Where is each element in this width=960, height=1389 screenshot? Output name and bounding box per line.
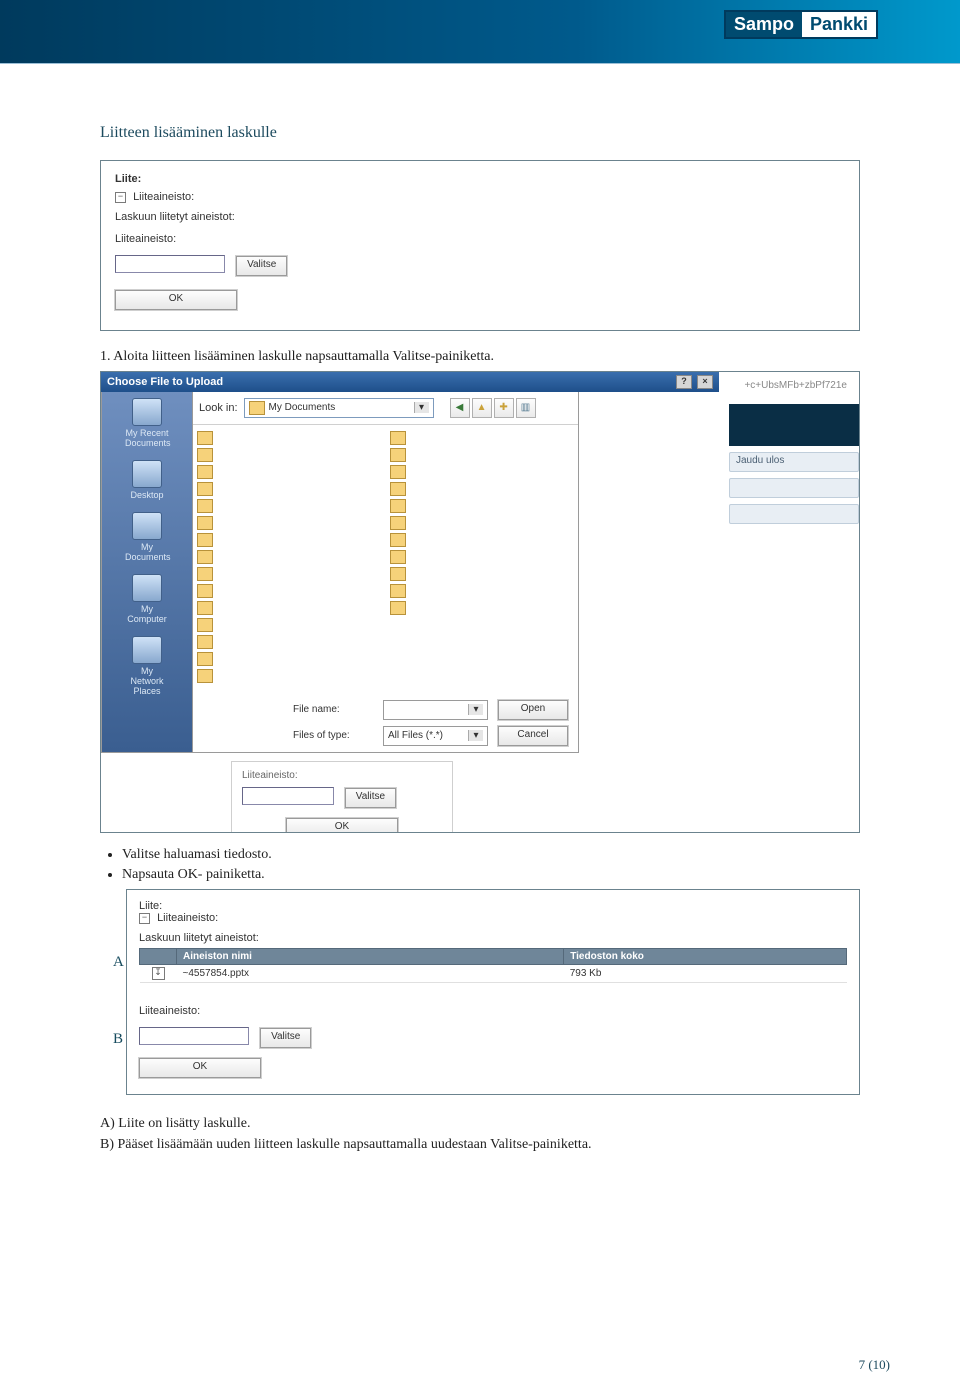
file-type-label: Files of type: — [293, 730, 373, 741]
inner-input[interactable] — [242, 787, 334, 805]
logo-left: Sampo — [726, 12, 802, 37]
open-button[interactable]: Open — [498, 700, 568, 720]
inner-label: Liiteaineisto: — [242, 770, 442, 781]
panel2-valitse-button[interactable]: Valitse — [260, 1028, 311, 1048]
file-name-field[interactable]: ▾ — [383, 700, 488, 720]
col-name: Aineiston nimi — [177, 948, 564, 964]
file-type-field[interactable]: All Files (*.*)▾ — [383, 726, 488, 746]
lookin-value: My Documents — [269, 402, 336, 413]
minus-icon: − — [139, 913, 150, 924]
bullet-2: Napsauta OK- painiketta. — [122, 867, 860, 883]
place-network[interactable]: My Network Places — [125, 636, 169, 696]
col-size: Tiedoston koko — [564, 948, 847, 964]
minus-icon: − — [115, 192, 126, 203]
collapse-row[interactable]: − Liiteaineisto: — [115, 191, 845, 203]
logo: Sampo Pankki — [724, 10, 878, 39]
page-header: Sampo Pankki — [0, 0, 960, 64]
attachment-name: ~4557854.pptx — [177, 964, 564, 982]
attached-label: Laskuun liitetyt aineistot: — [115, 211, 845, 223]
panel2-attached-label: Laskuun liitetyt aineistot: — [139, 932, 847, 944]
place-mydocs[interactable]: My Documents — [125, 512, 169, 562]
table-row[interactable]: ↧ ~4557854.pptx 793 Kb — [140, 964, 847, 982]
lookin-combo[interactable]: My Documents ▾ — [244, 398, 434, 418]
views-icon[interactable]: ▥ — [516, 398, 536, 418]
marker-b: B — [113, 1031, 123, 1048]
dialog-titlebar: Choose File to Upload ? × — [101, 372, 719, 392]
inner-attachment-panel: Liiteaineisto: Valitse OK — [231, 761, 453, 832]
download-icon[interactable]: ↧ — [152, 967, 165, 980]
explanation: A) Liite on lisätty laskulle. B) Pääset … — [100, 1113, 860, 1155]
logo-right: Pankki — [802, 12, 876, 37]
logout-pill[interactable]: Jaudu ulos — [729, 452, 859, 472]
file-name-label: File name: — [293, 704, 373, 715]
page-number: 7 (10) — [859, 1357, 890, 1373]
cancel-button[interactable]: Cancel — [498, 726, 568, 746]
attachment-size: 793 Kb — [564, 964, 847, 982]
place-desktop[interactable]: Desktop — [125, 460, 169, 500]
dialog-title: Choose File to Upload — [107, 376, 223, 388]
file-dialog-screenshot: +c+UbsMFb+zbPf721e Choose File to Upload… — [100, 371, 860, 833]
valitse-button[interactable]: Valitse — [236, 256, 287, 276]
section-label: Liiteaineisto: — [115, 233, 845, 245]
ok-button[interactable]: OK — [115, 290, 237, 310]
attachment-panel-2: Liite: − Liiteaineisto: Laskuun liitetyt… — [126, 889, 860, 1095]
explain-a: A) Liite on lisätty laskulle. — [100, 1113, 860, 1134]
inner-valitse-button[interactable]: Valitse — [345, 788, 396, 808]
explain-b: B) Pääset lisäämään uuden liitteen lasku… — [100, 1134, 860, 1155]
collapse-label: Liiteaineisto: — [133, 191, 194, 203]
place-recent[interactable]: My Recent Documents — [125, 398, 169, 448]
attachment-panel-1: Liite: − Liiteaineisto: Laskuun liitetyt… — [100, 160, 860, 331]
panel2-input[interactable] — [139, 1027, 249, 1045]
file-list[interactable] — [193, 425, 578, 695]
attachments-table: Aineiston nimi Tiedoston koko ↧ ~4557854… — [139, 948, 847, 983]
new-folder-icon[interactable]: ✚ — [494, 398, 514, 418]
lookin-label: Look in: — [199, 402, 238, 414]
places-bar: My Recent Documents Desktop My Documents… — [102, 392, 192, 752]
chevron-down-icon: ▾ — [414, 402, 429, 413]
marker-a: A — [113, 954, 124, 971]
instruction-bullets: Valitse haluamasi tiedosto. Napsauta OK-… — [100, 847, 860, 883]
panel2-section-label: Liiteaineisto: — [139, 1005, 847, 1017]
attachment-path-input[interactable] — [115, 255, 225, 273]
panel2-ok-button[interactable]: OK — [139, 1058, 261, 1078]
back-icon[interactable]: ◀ — [450, 398, 470, 418]
background-page: Jaudu ulos — [729, 400, 859, 730]
panel2-title: Liite: — [139, 900, 847, 912]
close-icon[interactable]: × — [697, 375, 713, 389]
address-fragment: +c+UbsMFb+zbPf721e — [744, 380, 847, 391]
panel-title: Liite: — [115, 173, 845, 185]
section-heading: Liitteen lisääminen laskulle — [100, 124, 860, 142]
inner-ok-button[interactable]: OK — [286, 818, 398, 832]
up-icon[interactable]: ▲ — [472, 398, 492, 418]
bullet-1: Valitse haluamasi tiedosto. — [122, 847, 860, 863]
place-mycomp[interactable]: My Computer — [125, 574, 169, 624]
help-icon[interactable]: ? — [676, 375, 692, 389]
folder-icon — [249, 401, 265, 415]
panel2-collapse[interactable]: − Liiteaineisto: — [139, 912, 847, 924]
step-1: 1. Aloita liitteen lisääminen laskulle n… — [100, 349, 860, 365]
